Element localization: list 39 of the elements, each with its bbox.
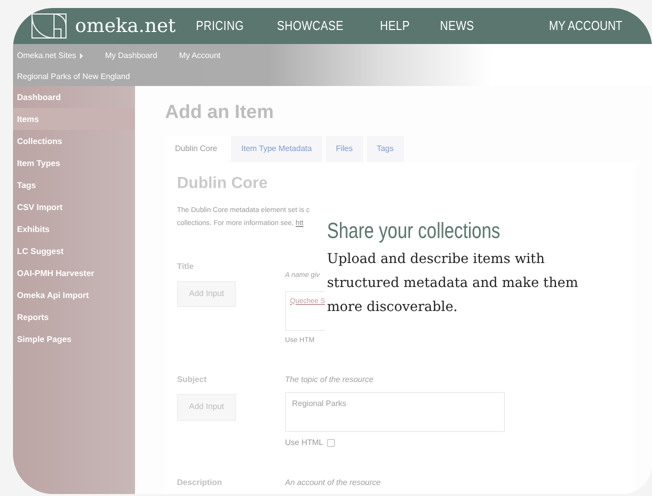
tab[interactable]: Item Type Metadata: [231, 136, 322, 162]
field-label: Description: [177, 477, 224, 489]
sidebar-item[interactable]: LC Suggest: [13, 240, 135, 262]
site-title[interactable]: Regional Parks of New England: [13, 65, 652, 83]
admin-link[interactable]: Omeka.net Sites: [17, 50, 76, 62]
tab[interactable]: Tags: [366, 136, 404, 162]
checkbox[interactable]: [327, 439, 336, 447]
sidebar-item[interactable]: Tags: [13, 174, 135, 196]
sidebar-item[interactable]: Reports: [13, 306, 135, 328]
sidebar-item[interactable]: CSV Import: [13, 196, 135, 218]
sidebar-item[interactable]: OAI-PMH Harvester: [13, 262, 135, 284]
sidebar-item[interactable]: Items: [13, 108, 135, 130]
promo-title: Share your collections: [327, 217, 500, 245]
text-area[interactable]: Regional Parks: [285, 392, 505, 432]
add-input-button[interactable]: Add Input: [177, 394, 236, 421]
nav-link[interactable]: NEWS: [440, 16, 475, 36]
admin-link[interactable]: My Dashboard: [105, 50, 158, 62]
sidebar-item[interactable]: Item Types: [13, 152, 135, 174]
nav-link[interactable]: PRICING: [196, 16, 244, 36]
sidebar-item[interactable]: Omeka Api Import: [13, 284, 135, 306]
field-label: Subject: [177, 374, 208, 386]
admin-link[interactable]: My Account: [179, 50, 221, 62]
sidebar-item[interactable]: Simple Pages: [13, 328, 135, 350]
nav-link[interactable]: HELP: [380, 16, 410, 36]
field-hint: The topic of the resource: [285, 374, 374, 386]
account-link[interactable]: MY ACCOUNT: [548, 16, 622, 36]
sidebar-item[interactable]: Dashboard: [13, 86, 135, 108]
field-label: Title: [177, 260, 195, 272]
page-heading: Add an Item: [165, 101, 275, 125]
promo-text: Upload and describe items with structured metadata and make them more discoverable.: [327, 250, 580, 317]
sidebar-item[interactable]: Collections: [13, 130, 135, 152]
spiral-logo-icon[interactable]: [31, 13, 67, 39]
tab[interactable]: Files: [326, 136, 363, 162]
sidebar-item[interactable]: Exhibits: [13, 218, 135, 240]
field-hint: An account of the resource: [285, 477, 381, 489]
nav-link[interactable]: SHOWCASE: [276, 16, 344, 36]
add-input-button[interactable]: Add Input: [177, 280, 236, 308]
use-html-label: Use HTML: [285, 437, 324, 449]
logo-text[interactable]: omeka.net: [75, 12, 176, 40]
